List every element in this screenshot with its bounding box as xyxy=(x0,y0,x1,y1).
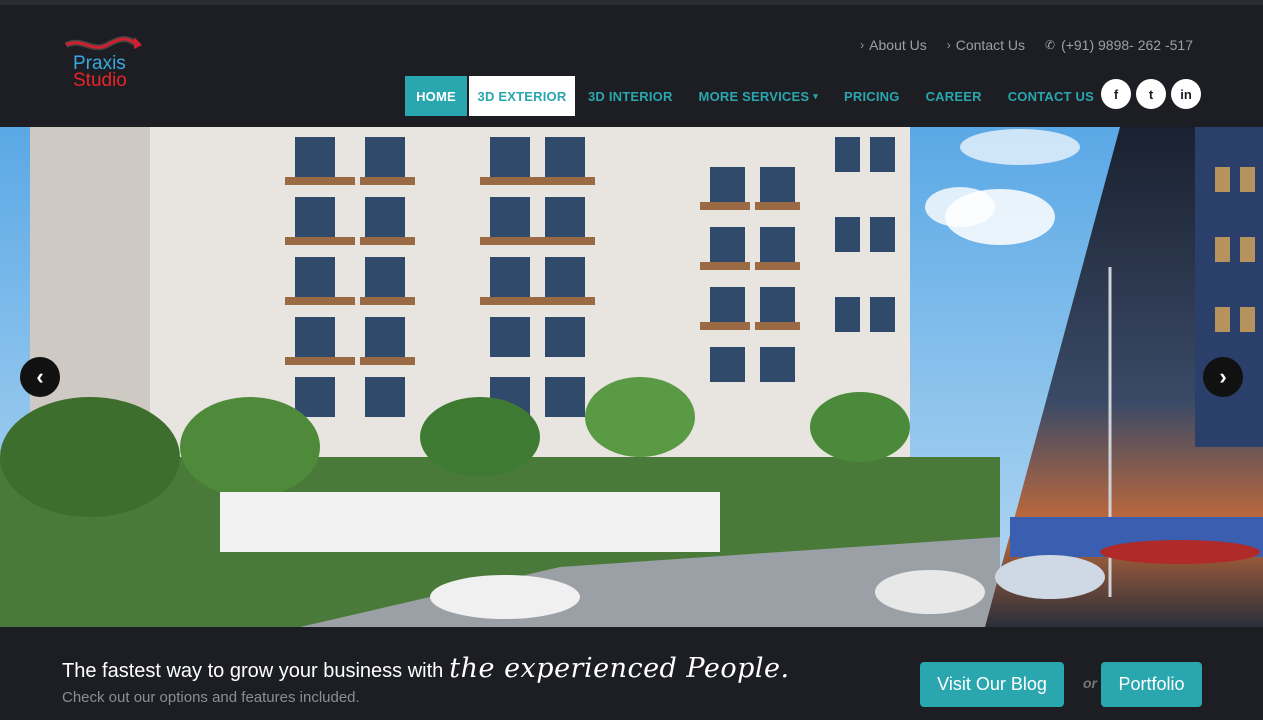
slider-next-button[interactable]: › xyxy=(1203,357,1243,397)
nav-pricing[interactable]: PRICING xyxy=(831,76,913,116)
linkedin-icon[interactable]: in xyxy=(1171,79,1201,109)
portfolio-button[interactable]: Portfolio xyxy=(1101,662,1202,707)
nav-contact-us[interactable]: CONTACT US xyxy=(995,76,1107,116)
site-header: Praxis Studio › About Us › Contact Us ✆ (+9… xyxy=(0,0,1263,127)
facebook-icon[interactable]: f xyxy=(1101,79,1131,109)
hero-image xyxy=(0,127,1263,627)
phone-number[interactable]: ✆ (+91) 9898- 262 -517 xyxy=(1045,37,1193,53)
hero-slider: ‹ › xyxy=(0,127,1263,627)
chevron-right-icon: › xyxy=(860,38,865,52)
nav-3d-interior[interactable]: 3D INTERIOR xyxy=(575,76,686,116)
logo[interactable]: Praxis Studio xyxy=(62,33,162,103)
contact-link-label: Contact Us xyxy=(955,37,1025,53)
logo-line-2: Studio xyxy=(73,70,127,91)
about-link-label: About Us xyxy=(869,37,927,53)
cta-subtitle: Check out our options and features inclu… xyxy=(62,689,360,706)
main-nav: HOME 3D EXTERIOR 3D INTERIOR MORE SERVIC… xyxy=(405,76,1107,116)
cta-title-script: the experienced People. xyxy=(449,653,790,684)
nav-more-services[interactable]: MORE SERVICES ▾ xyxy=(686,76,831,116)
nav-more-services-label: MORE SERVICES xyxy=(698,88,810,104)
about-link[interactable]: › About Us xyxy=(860,37,927,53)
visit-blog-button[interactable]: Visit Our Blog xyxy=(920,662,1064,707)
cta-title: The fastest way to grow your business wi… xyxy=(62,653,790,684)
slider-prev-button[interactable]: ‹ xyxy=(20,357,60,397)
logo-text: Praxis Studio xyxy=(73,54,127,91)
chevron-right-icon: › xyxy=(946,38,951,52)
chevron-down-icon: ▾ xyxy=(813,90,818,101)
nav-career[interactable]: CAREER xyxy=(913,76,995,116)
nav-3d-exterior[interactable]: 3D EXTERIOR xyxy=(469,76,575,116)
nav-home[interactable]: HOME xyxy=(405,76,467,116)
cta-title-plain: The fastest way to grow your business wi… xyxy=(62,660,444,682)
or-separator: or xyxy=(1083,675,1097,691)
phone-label: (+91) 9898- 262 -517 xyxy=(1061,37,1193,53)
top-bar: › About Us › Contact Us ✆ (+91) 9898- 262 -… xyxy=(840,37,1193,53)
phone-icon: ✆ xyxy=(1045,38,1056,52)
page: Praxis Studio › About Us › Contact Us ✆ (+9… xyxy=(0,0,1263,720)
contact-link[interactable]: › Contact Us xyxy=(947,37,1025,53)
twitter-icon[interactable]: t xyxy=(1136,79,1166,109)
cta-bar: The fastest way to grow your business wi… xyxy=(0,627,1263,720)
social-links: f t in xyxy=(1101,79,1201,109)
